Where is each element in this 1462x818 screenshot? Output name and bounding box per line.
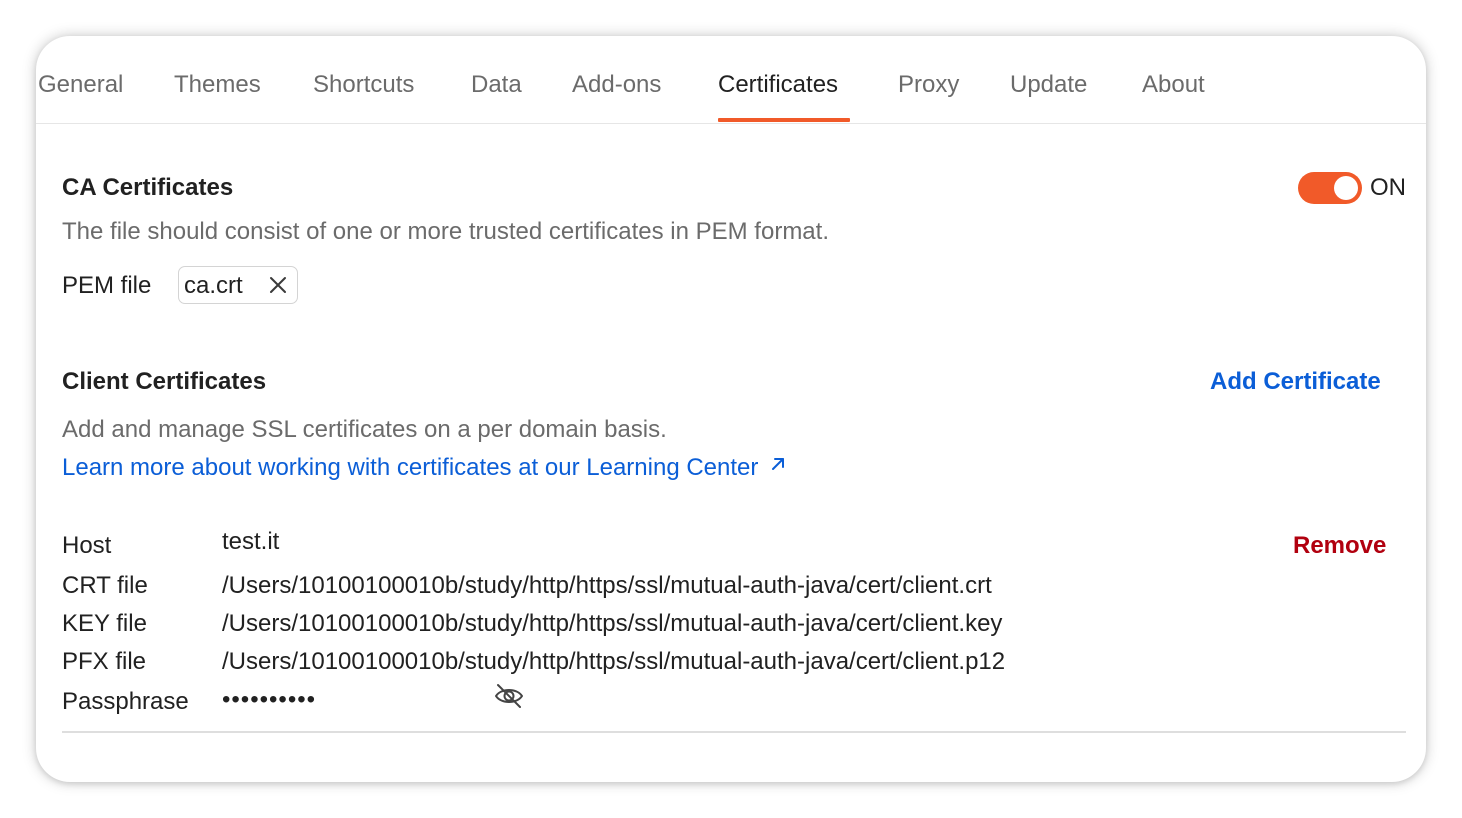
- crt-file-label: CRT file: [62, 572, 148, 599]
- external-link-arrow-icon: [772, 458, 785, 470]
- remove-certificate-button[interactable]: Remove: [1293, 532, 1386, 560]
- close-icon[interactable]: [266, 273, 290, 297]
- tab-add-ons[interactable]: Add-ons: [572, 71, 661, 99]
- pem-file-name: ca.crt: [184, 272, 243, 299]
- tab-update[interactable]: Update: [1010, 71, 1087, 99]
- crt-file-path: /Users/10100100010b/study/http/https/ssl…: [222, 572, 992, 599]
- tab-about[interactable]: About: [1142, 71, 1205, 99]
- tab-general[interactable]: General: [38, 71, 123, 99]
- pem-file-chip: ca.crt: [178, 266, 298, 304]
- pfx-file-path: /Users/10100100010b/study/http/https/ssl…: [222, 648, 1006, 675]
- client-certificates-description: Add and manage SSL certificates on a per…: [62, 416, 667, 443]
- tab-data[interactable]: Data: [471, 71, 522, 99]
- settings-tabs: General Themes Shortcuts Data Add-ons Ce…: [36, 36, 1426, 124]
- learning-center-link[interactable]: Learn more about working with certificat…: [62, 454, 787, 482]
- section-divider: [62, 731, 1406, 733]
- host-label: Host: [62, 532, 112, 559]
- key-file-label: KEY file: [62, 610, 147, 637]
- passphrase-value: ••••••••••: [222, 686, 317, 713]
- client-certificates-title: Client Certificates: [62, 368, 267, 395]
- tab-certificates[interactable]: Certificates: [718, 71, 838, 99]
- passphrase-label: Passphrase: [62, 688, 189, 715]
- tab-shortcuts[interactable]: Shortcuts: [313, 71, 414, 99]
- tab-proxy[interactable]: Proxy: [898, 71, 959, 99]
- toggle-knob: [1334, 176, 1358, 200]
- learning-center-link-text: Learn more about working with certificat…: [62, 454, 759, 481]
- active-tab-indicator: [718, 118, 850, 122]
- add-certificate-button[interactable]: Add Certificate: [1210, 368, 1381, 396]
- toggle-state-label: ON: [1370, 174, 1406, 201]
- ca-certificates-toggle[interactable]: [1298, 172, 1362, 204]
- tab-themes[interactable]: Themes: [174, 71, 261, 99]
- key-file-path: /Users/10100100010b/study/http/https/ssl…: [222, 610, 1003, 637]
- pfx-file-label: PFX file: [62, 648, 147, 675]
- ca-certificates-title: CA Certificates: [62, 174, 234, 201]
- host-value: test.it: [222, 528, 280, 555]
- pem-file-label: PEM file: [62, 272, 152, 299]
- ca-certificates-description: The file should consist of one or more t…: [62, 218, 829, 245]
- eye-off-icon[interactable]: [493, 682, 525, 710]
- settings-window: General Themes Shortcuts Data Add-ons Ce…: [36, 36, 1426, 782]
